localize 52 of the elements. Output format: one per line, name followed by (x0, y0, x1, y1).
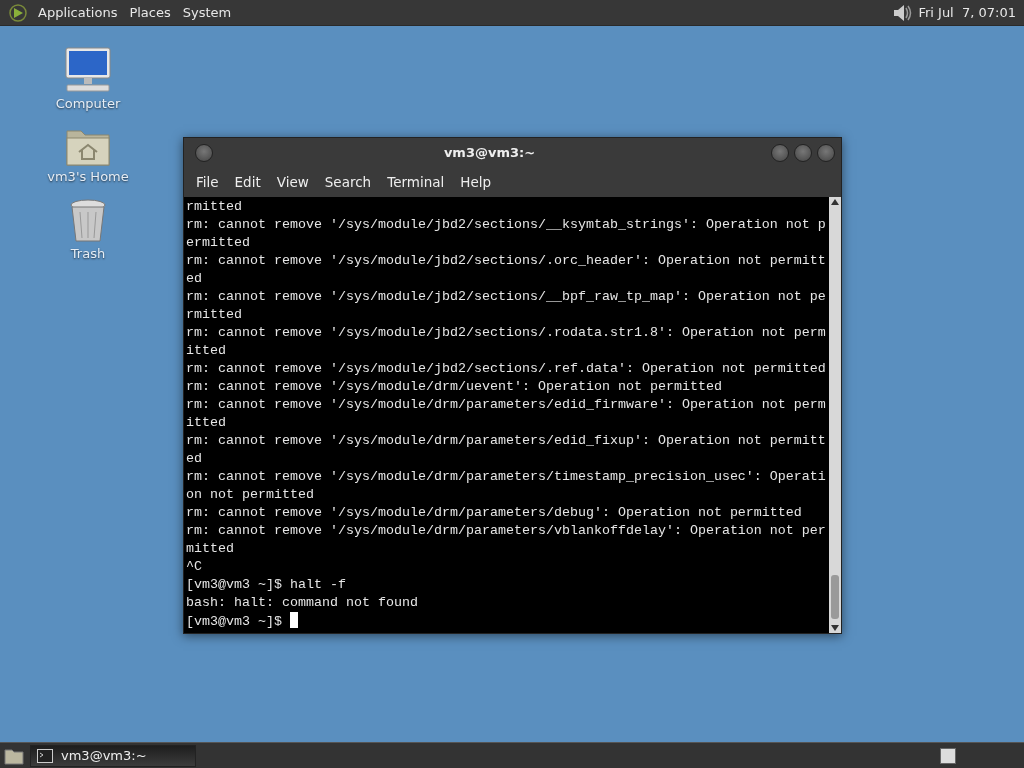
menu-item[interactable]: Search (316, 174, 380, 190)
terminal-line: rm: cannot remove '/sys/module/jbd2/sections/.orc_header': Operation not permitt (186, 252, 827, 270)
panel-menu[interactable]: Places (123, 5, 177, 20)
terminal-line: rmitted (186, 198, 243, 216)
terminal-line: rm: cannot remove '/sys/module/jbd2/sections/__ksymtab_strings': Operation not p (186, 216, 827, 234)
window-menu-button[interactable] (195, 143, 213, 162)
terminal-line: rm: cannot remove '/sys/module/drm/parameters/edid_fixup': Operation not permitt (186, 432, 827, 450)
terminal-line: ed (186, 450, 203, 468)
speaker-icon[interactable] (892, 2, 913, 23)
terminal-line: ermitted (186, 234, 251, 252)
terminal-line: rm: cannot remove '/sys/module/jbd2/sections/.ref.data': Operation not permitted (186, 360, 827, 378)
close-button[interactable] (817, 143, 835, 162)
scrollbar[interactable] (829, 197, 841, 633)
terminal-line: [vm3@vm3 ~]$ halt -f (186, 576, 347, 594)
down-arrow-icon[interactable] (831, 625, 839, 631)
panel-menu[interactable]: System (176, 5, 238, 20)
menu-item[interactable]: Help (452, 174, 500, 190)
terminal-line: rm: cannot remove '/sys/module/drm/parameters/debug': Operation not permitted (186, 504, 803, 522)
terminal-line: bash: halt: command not found (186, 594, 419, 612)
terminal-line: ^C (186, 558, 203, 576)
menu-item[interactable]: Terminal (379, 174, 453, 190)
terminal-line: ed (186, 270, 203, 288)
menu-item[interactable]: View (268, 174, 317, 190)
menu-item[interactable]: Edit (226, 174, 269, 190)
terminal-line: rm: cannot remove '/sys/module/drm/parameters/timestamp_precision_usec': Operati (186, 468, 827, 486)
menu-item[interactable]: File (188, 174, 227, 190)
terminal-line: rm: cannot remove '/sys/module/jbd2/sections/__bpf_raw_tp_map': Operation not pe (186, 288, 827, 306)
terminal-prompt: [vm3@vm3 ~]$ (186, 614, 283, 629)
minimize-button[interactable] (771, 143, 789, 162)
maximize-button[interactable] (794, 143, 812, 162)
terminal-line: rm: cannot remove '/sys/module/drm/parameters/edid_firmware': Operation not perm (186, 396, 827, 414)
terminal-line: rm: cannot remove '/sys/module/drm/uevent': Operation not permitted (186, 378, 723, 396)
show-desktop-icon[interactable] (4, 746, 24, 765)
scrollbar-thumb[interactable] (831, 575, 839, 619)
terminal-line: rm: cannot remove '/sys/module/jbd2/sections/.rodata.str1.8': Operation not perm (186, 324, 827, 342)
terminal-line: mitted (186, 540, 235, 558)
trash-icon (68, 198, 108, 244)
taskbar-button[interactable]: vm3@vm3:~ (30, 744, 196, 767)
panel-menu[interactable]: Applications (32, 5, 124, 20)
up-arrow-icon[interactable] (831, 199, 839, 205)
workspace-switcher[interactable] (940, 747, 956, 764)
logo-icon[interactable] (8, 2, 28, 23)
window-title: vm3@vm3:~ (442, 145, 537, 160)
terminal-icon (37, 748, 53, 763)
terminal-line: rm: cannot remove '/sys/module/drm/parameters/vblankoffdelay': Operation not per (186, 522, 827, 540)
clock[interactable]: Fri Jul 7, 07:01 (912, 5, 1024, 20)
terminal-line: on not permitted (186, 486, 315, 504)
text-cursor (290, 612, 298, 628)
computer-icon (63, 46, 113, 94)
terminal-line: itted (186, 342, 227, 360)
terminal-line: itted (186, 414, 227, 432)
terminal-line: rmitted (186, 306, 243, 324)
